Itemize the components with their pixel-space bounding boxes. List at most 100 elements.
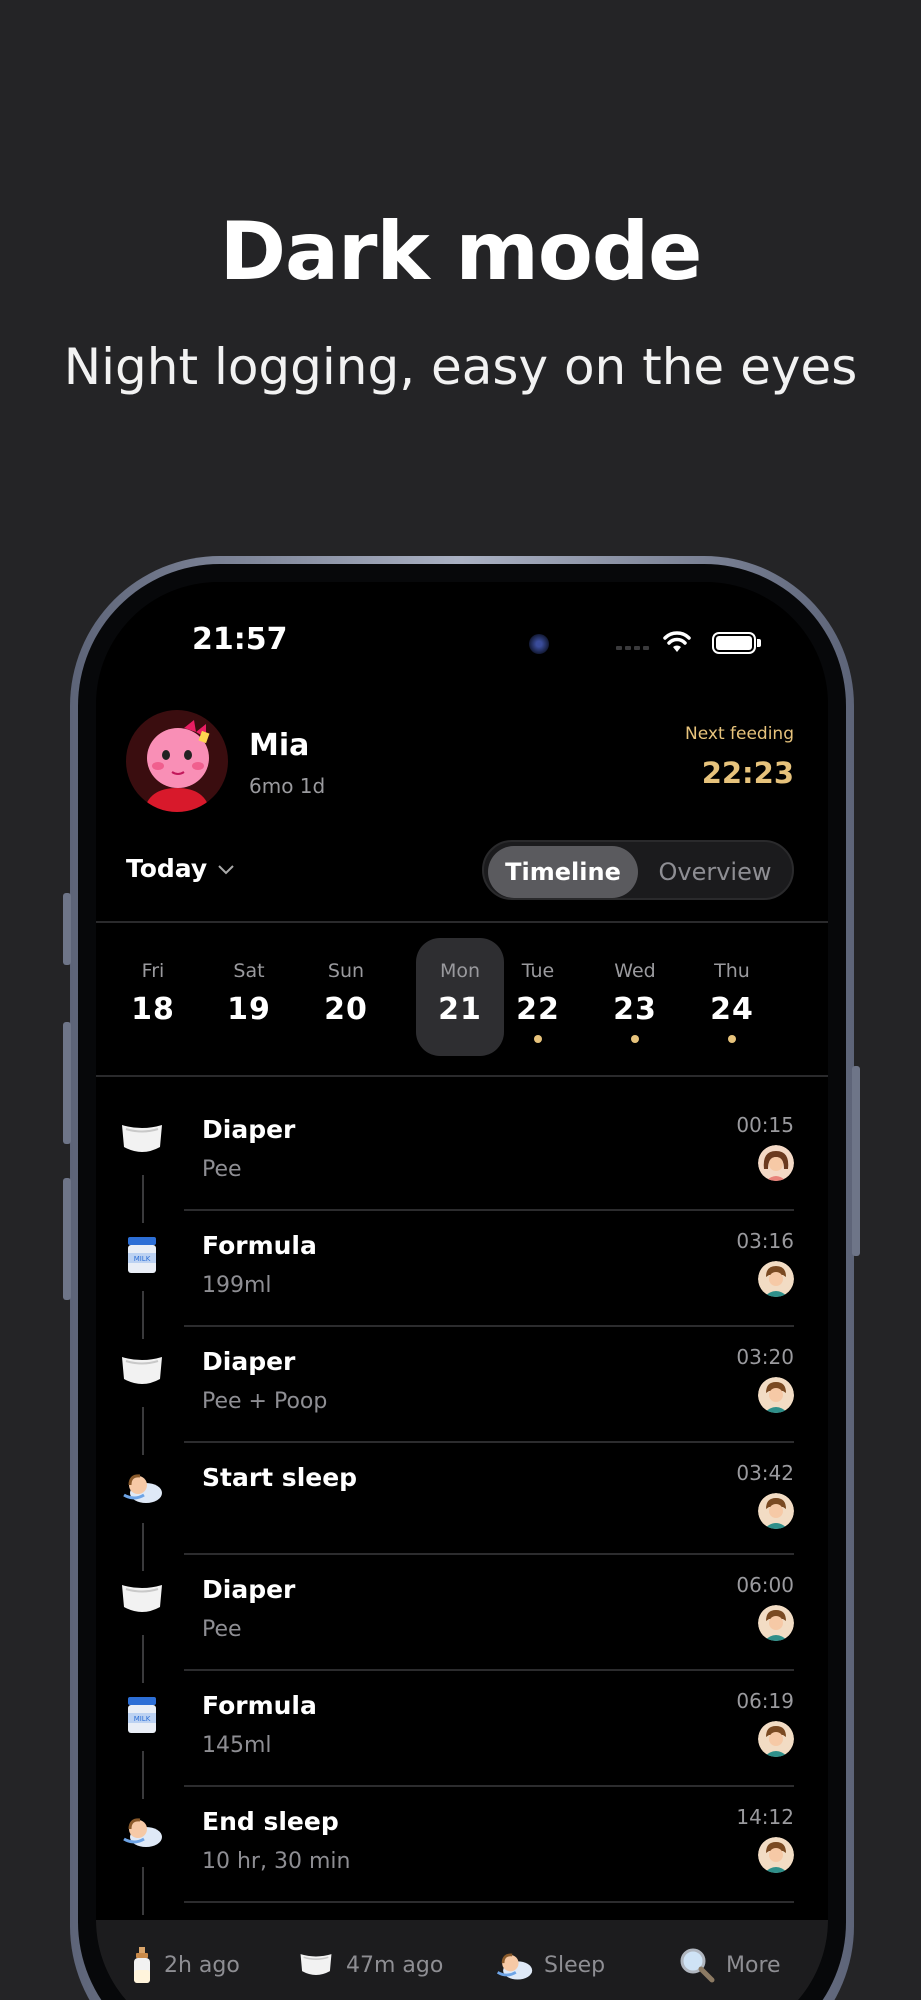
tab-label: Sleep — [544, 1952, 606, 1978]
status-time: 21:57 — [192, 622, 288, 657]
view-segmented-control: Timeline Overview — [482, 840, 794, 900]
svg-text:MILK: MILK — [134, 1255, 151, 1263]
power-button — [852, 1066, 860, 1256]
day-name: Thu — [714, 960, 750, 982]
day-event-dot — [728, 1035, 736, 1043]
dad-avatar-icon — [758, 1493, 794, 1529]
event-detail: Pee — [202, 1617, 242, 1642]
event-time: 06:19 — [736, 1689, 794, 1713]
event-detail: Pee + Poop — [202, 1389, 328, 1414]
volume-up-button — [63, 1022, 71, 1144]
event-title: Diaper — [202, 1347, 296, 1376]
event-detail: 10 hr, 30 min — [202, 1849, 351, 1874]
cellular-signal-icon — [616, 646, 649, 650]
day-thu[interactable]: Thu 24 — [688, 938, 776, 1056]
dad-avatar-icon — [758, 1721, 794, 1757]
mom-avatar-icon — [758, 1145, 794, 1181]
day-fri[interactable]: Fri 18 — [109, 938, 197, 1056]
event-title: Start sleep — [202, 1463, 358, 1492]
battery-icon — [712, 632, 756, 654]
bottle-icon — [134, 1947, 150, 1983]
dad-avatar-icon — [758, 1837, 794, 1873]
quick-log-diaper[interactable]: 47m ago — [296, 1920, 443, 2000]
baby-name: Mia — [249, 728, 310, 763]
timeline-event-diaper[interactable]: Diaper Pee 06:00 — [96, 1555, 828, 1683]
timeline-event-formula[interactable]: MILK Formula 145ml 06:19 — [96, 1671, 828, 1799]
day-name: Mon — [439, 960, 481, 982]
dad-avatar-icon — [758, 1377, 794, 1413]
volume-down-button — [63, 1178, 71, 1300]
day-date: 20 — [324, 992, 368, 1027]
formula-icon: MILK — [128, 1697, 156, 1733]
event-time: 14:12 — [736, 1805, 794, 1829]
event-title: Formula — [202, 1691, 317, 1720]
event-time: 06:00 — [736, 1573, 794, 1597]
baby-avatar[interactable] — [126, 710, 228, 812]
row-separator — [184, 1901, 794, 1903]
timeline-event-diaper[interactable]: Diaper Pee + Poop 03:20 — [96, 1327, 828, 1455]
dad-avatar-icon — [758, 1261, 794, 1297]
date-filter-label: Today — [126, 854, 208, 883]
next-feeding-label: Next feeding — [685, 724, 794, 744]
day-event-dot — [534, 1035, 542, 1043]
event-time: 03:20 — [736, 1345, 794, 1369]
diaper-icon — [300, 1954, 332, 1976]
dad-avatar-icon — [758, 1605, 794, 1641]
mute-switch — [63, 893, 71, 965]
day-name: Wed — [614, 960, 656, 982]
event-title: End sleep — [202, 1807, 339, 1836]
date-filter-dropdown[interactable]: Today — [126, 854, 235, 883]
baby-age: 6mo 1d — [249, 774, 326, 798]
day-name: Fri — [141, 960, 165, 982]
quick-log-bottle[interactable]: 2h ago — [130, 1920, 240, 2000]
svg-text:MILK: MILK — [134, 1715, 151, 1723]
day-name: Sat — [233, 960, 265, 982]
divider-week — [96, 1075, 828, 1077]
app-screen: 21:57 Mia 6mo 1d Next feeding 22:23 Toda… — [96, 582, 828, 2000]
battery-tip — [757, 639, 761, 647]
event-detail: Pee — [202, 1157, 242, 1182]
event-time: 03:16 — [736, 1229, 794, 1253]
timeline-connector — [142, 1867, 144, 1915]
event-detail: 199ml — [202, 1273, 272, 1298]
more-button[interactable]: More — [678, 1920, 781, 2000]
tab-overview[interactable]: Overview — [642, 846, 788, 898]
tab-label: 47m ago — [346, 1952, 444, 1978]
diaper-icon — [122, 1357, 162, 1384]
diaper-icon — [122, 1125, 162, 1152]
search-icon — [680, 1948, 715, 1983]
timeline-event-formula[interactable]: MILK Formula 199ml 03:16 — [96, 1211, 828, 1339]
quick-log-sleep[interactable]: Sleep — [494, 1920, 605, 2000]
sleep-icon — [123, 1818, 162, 1847]
next-feeding-time: 22:23 — [701, 756, 794, 790]
diaper-icon — [122, 1585, 162, 1612]
day-date: 23 — [613, 992, 657, 1027]
sleep-icon — [496, 1953, 533, 1980]
day-name: Sun — [327, 960, 365, 982]
day-event-dot — [631, 1035, 639, 1043]
timeline-event-diaper[interactable]: Diaper Pee 00:15 — [96, 1095, 828, 1223]
tab-timeline[interactable]: Timeline — [488, 846, 638, 898]
formula-icon: MILK — [128, 1237, 156, 1273]
day-name: Tue — [521, 960, 555, 982]
day-date: 18 — [131, 992, 175, 1027]
promo-subtitle: Night logging, easy on the eyes — [63, 338, 858, 396]
chevron-down-icon — [218, 864, 234, 874]
day-mon-selected[interactable]: Mon 21 — [416, 938, 504, 1056]
day-date: 24 — [710, 992, 754, 1027]
sleep-icon — [123, 1474, 162, 1503]
day-date: 22 — [516, 992, 560, 1027]
event-detail: 145ml — [202, 1733, 272, 1758]
timeline-event-start-sleep[interactable]: Start sleep 03:42 — [96, 1443, 828, 1571]
day-tue[interactable]: Tue 22 — [494, 938, 582, 1056]
timeline-event-end-sleep[interactable]: End sleep 10 hr, 30 min 14:12 — [96, 1787, 828, 1915]
promo-title: Dark mode — [219, 205, 703, 298]
quick-log-bar: 2h ago 47m ago Sleep More — [96, 1920, 828, 2000]
day-date: 21 — [438, 992, 482, 1027]
day-sun[interactable]: Sun 20 — [302, 938, 390, 1056]
day-sat[interactable]: Sat 19 — [205, 938, 293, 1056]
front-camera — [529, 634, 549, 654]
event-title: Diaper — [202, 1115, 296, 1144]
wifi-icon — [663, 631, 691, 652]
day-wed[interactable]: Wed 23 — [591, 938, 679, 1056]
